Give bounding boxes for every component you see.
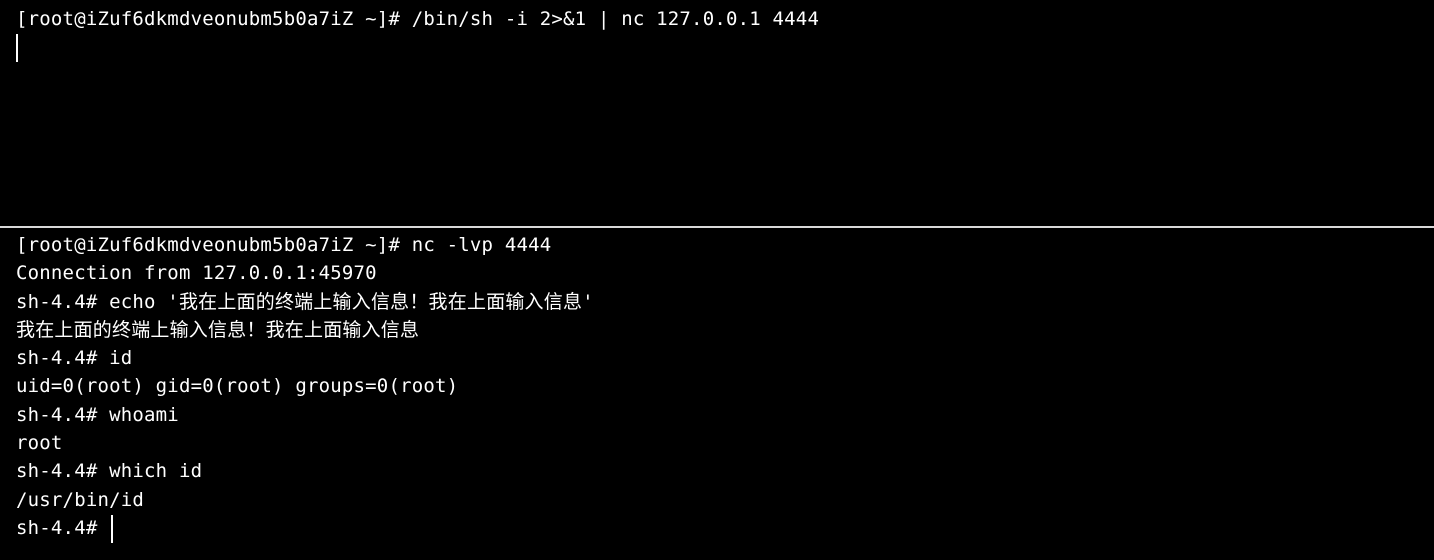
shell-prompt: sh-4.4# [16, 516, 110, 539]
terminal-input-line[interactable] [16, 33, 1434, 63]
terminal-line: /usr/bin/id [16, 488, 145, 511]
terminal-line: 我在上面的终端上输入信息！我在上面输入信息 [16, 318, 420, 341]
terminal-line: sh-4.4# echo '我在上面的终端上输入信息！我在上面输入信息' [16, 290, 594, 313]
terminal-line: sh-4.4# id [16, 347, 133, 370]
bottom-terminal-pane[interactable]: [root@iZuf6dkmdveonubm5b0a7iZ ~]# nc -lv… [0, 228, 1434, 560]
terminal-line: sh-4.4# which id [16, 460, 203, 483]
terminal-line: [root@iZuf6dkmdveonubm5b0a7iZ ~]# nc -lv… [16, 234, 552, 256]
terminal-line: root [16, 432, 63, 455]
terminal-line: uid=0(root) gid=0(root) groups=0(root) [16, 375, 459, 398]
terminal-line: [root@iZuf6dkmdveonubm5b0a7iZ ~]# /bin/s… [16, 8, 820, 30]
terminal-line: sh-4.4# whoami [16, 403, 179, 426]
text-cursor [16, 34, 18, 63]
top-terminal-pane[interactable]: [root@iZuf6dkmdveonubm5b0a7iZ ~]# /bin/s… [0, 0, 1434, 226]
text-cursor [111, 514, 114, 543]
terminal-input-line[interactable]: sh-4.4# [16, 514, 1434, 543]
terminal-line: Connection from 127.0.0.1:45970 [16, 262, 377, 285]
